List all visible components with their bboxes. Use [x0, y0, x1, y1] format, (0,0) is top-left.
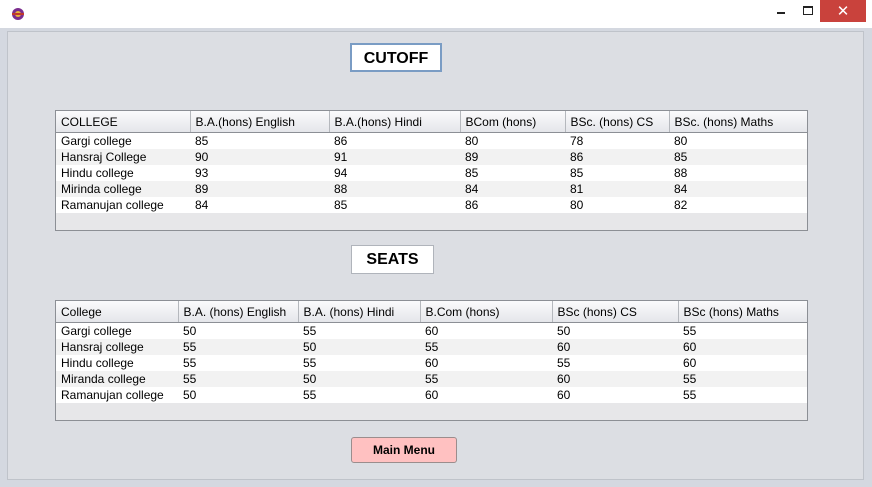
table-cell[interactable]: 85	[565, 165, 669, 181]
column-header[interactable]: B.A. (hons) English	[178, 301, 299, 323]
table-cell[interactable]: 50	[298, 339, 420, 355]
table-cell[interactable]: 94	[329, 165, 460, 181]
minimize-button[interactable]	[766, 0, 794, 22]
table-row[interactable]: Mirinda college 89 88 84 81 84	[56, 181, 807, 197]
table-cell[interactable]: 60	[552, 371, 678, 387]
cutoff-table[interactable]: COLLEGE B.A.(hons) English B.A.(hons) Hi…	[55, 110, 808, 231]
seats-table[interactable]: College B.A. (hons) English B.A. (hons) …	[55, 300, 808, 421]
table-cell[interactable]: Miranda college	[56, 371, 178, 387]
table-cell[interactable]: 55	[178, 355, 298, 371]
column-header[interactable]: BCom (hons)	[460, 111, 566, 133]
table-cell[interactable]: 55	[178, 371, 298, 387]
table-cell[interactable]: 84	[460, 181, 565, 197]
table-cell[interactable]: 55	[552, 355, 678, 371]
table-cell[interactable]: Gargi college	[56, 322, 178, 339]
column-header[interactable]: BSc. (hons) CS	[565, 111, 670, 133]
table-cell[interactable]: Hansraj College	[56, 149, 190, 165]
table-cell[interactable]: 60	[552, 339, 678, 355]
table-cell[interactable]: 90	[190, 149, 329, 165]
column-header[interactable]: College	[56, 301, 179, 323]
table-cell[interactable]: 55	[178, 339, 298, 355]
table-cell[interactable]: 50	[298, 371, 420, 387]
table-cell[interactable]: Mirinda college	[56, 181, 190, 197]
table-cell[interactable]: 55	[678, 371, 807, 387]
cutoff-header-row: COLLEGE B.A.(hons) English B.A.(hons) Hi…	[56, 111, 807, 133]
table-cell[interactable]: 60	[552, 387, 678, 403]
table-cell[interactable]: 60	[420, 355, 552, 371]
table-cell[interactable]: 93	[190, 165, 329, 181]
table-cell[interactable]: 55	[298, 322, 420, 339]
table-cell[interactable]: 85	[460, 165, 565, 181]
table-cell[interactable]: 89	[190, 181, 329, 197]
seats-heading: SEATS	[351, 245, 434, 274]
table-cell[interactable]: 50	[178, 387, 298, 403]
column-header[interactable]: BSc. (hons) Maths	[669, 111, 807, 133]
table-cell[interactable]: 55	[298, 355, 420, 371]
table-cell[interactable]: 85	[669, 149, 807, 165]
table-row[interactable]: Ramanujan college 84 85 86 80 82	[56, 197, 807, 213]
table-cell[interactable]: 85	[190, 132, 329, 149]
table-cell[interactable]: 88	[329, 181, 460, 197]
table-row[interactable]: Miranda college 55 50 55 60 55	[56, 371, 807, 387]
table-cell[interactable]: Ramanujan college	[56, 387, 178, 403]
table-cell[interactable]: 55	[678, 322, 807, 339]
minimize-icon	[777, 12, 785, 14]
table-cell[interactable]: Ramanujan college	[56, 197, 190, 213]
table-row[interactable]: Hansraj college 55 50 55 60 60	[56, 339, 807, 355]
maximize-button[interactable]	[794, 0, 820, 22]
table-row[interactable]: Gargi college 85 86 80 78 80	[56, 132, 807, 149]
table-cell[interactable]: 81	[565, 181, 669, 197]
table-cell[interactable]: 55	[420, 339, 552, 355]
table-cell[interactable]: 89	[460, 149, 565, 165]
cutoff-heading: CUTOFF	[350, 43, 442, 72]
table-cell[interactable]: 80	[565, 197, 669, 213]
table-cell[interactable]: 50	[552, 322, 678, 339]
table-row[interactable]: Gargi college 50 55 60 50 55	[56, 322, 807, 339]
table-cell[interactable]: 80	[669, 132, 807, 149]
maximize-icon	[803, 6, 813, 15]
table-cell[interactable]: 86	[565, 149, 669, 165]
table-cell[interactable]: 84	[190, 197, 329, 213]
java-app-icon	[12, 8, 24, 20]
close-button[interactable]: ✕	[820, 0, 866, 22]
column-header[interactable]: COLLEGE	[56, 111, 191, 133]
table-cell[interactable]: 60	[678, 339, 807, 355]
table-cell[interactable]: 60	[420, 322, 552, 339]
close-icon: ✕	[836, 2, 850, 20]
table-row[interactable]: Hansraj College 90 91 89 86 85	[56, 149, 807, 165]
table-cell[interactable]: 50	[178, 322, 298, 339]
column-header[interactable]: B.A.(hons) English	[190, 111, 330, 133]
seats-header-row: College B.A. (hons) English B.A. (hons) …	[56, 301, 807, 323]
column-header[interactable]: BSc (hons) CS	[552, 301, 679, 323]
table-cell[interactable]: 55	[678, 387, 807, 403]
table-cell[interactable]: Hindu college	[56, 165, 190, 181]
table-row[interactable]: Ramanujan college 50 55 60 60 55	[56, 387, 807, 403]
table-cell[interactable]: 84	[669, 181, 807, 197]
table-cell[interactable]: Gargi college	[56, 132, 190, 149]
table-cell[interactable]: 80	[460, 132, 565, 149]
table-cell[interactable]: 60	[420, 387, 552, 403]
table-cell[interactable]: 78	[565, 132, 669, 149]
table-cell[interactable]: 55	[298, 387, 420, 403]
table-row[interactable]: Hindu college 93 94 85 85 88	[56, 165, 807, 181]
table-cell[interactable]: 91	[329, 149, 460, 165]
table-cell[interactable]: Hansraj college	[56, 339, 178, 355]
table-cell[interactable]: 55	[420, 371, 552, 387]
title-bar: ✕	[0, 0, 872, 28]
table-row[interactable]: Hindu college 55 55 60 55 60	[56, 355, 807, 371]
table-cell[interactable]: 85	[329, 197, 460, 213]
column-header[interactable]: BSc (hons) Maths	[678, 301, 807, 323]
table-cell[interactable]: 86	[329, 132, 460, 149]
table-cell[interactable]: 86	[460, 197, 565, 213]
table-cell[interactable]: Hindu college	[56, 355, 178, 371]
column-header[interactable]: B.Com (hons)	[420, 301, 553, 323]
column-header[interactable]: B.A. (hons) Hindi	[298, 301, 421, 323]
table-cell[interactable]: 88	[669, 165, 807, 181]
table-cell[interactable]: 60	[678, 355, 807, 371]
table-cell[interactable]: 82	[669, 197, 807, 213]
column-header[interactable]: B.A.(hons) Hindi	[329, 111, 461, 133]
main-menu-button[interactable]: Main Menu	[351, 437, 457, 463]
